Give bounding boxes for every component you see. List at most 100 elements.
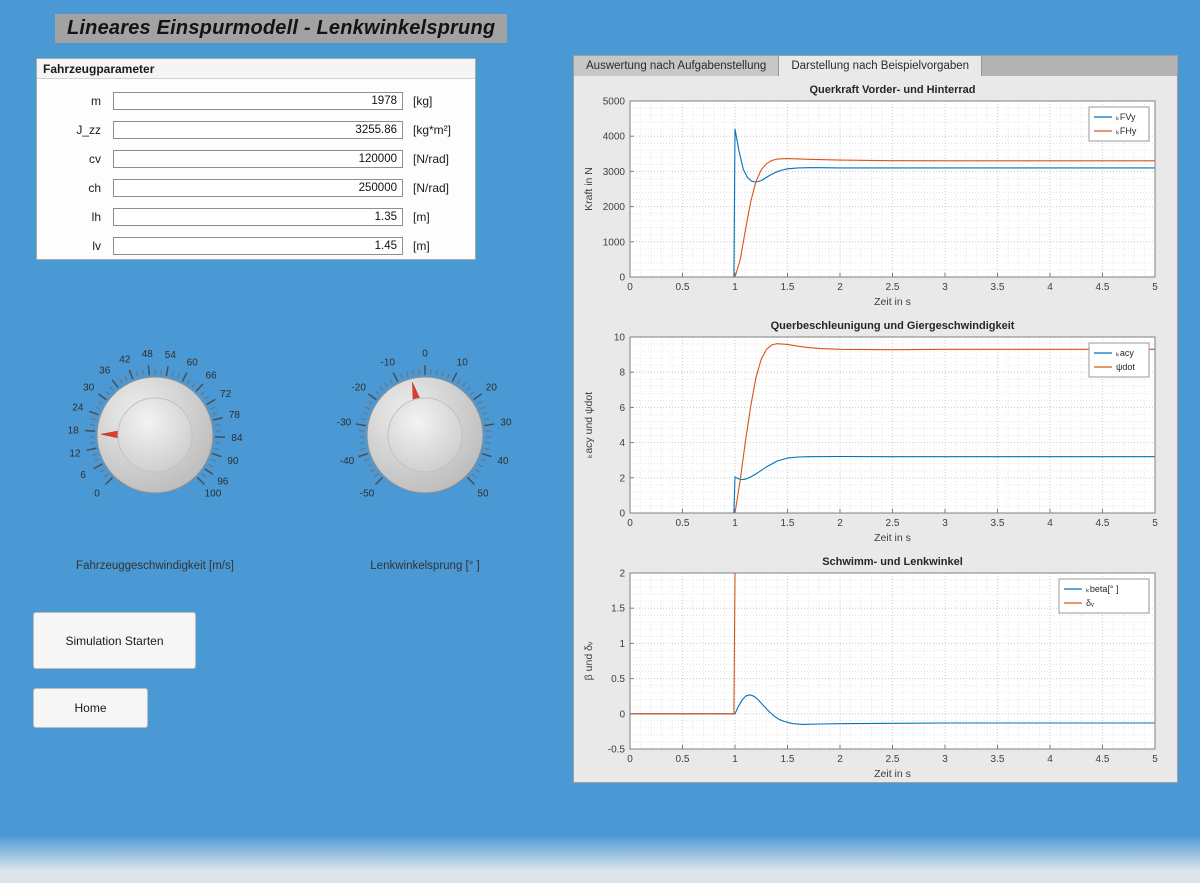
start-simulation-button[interactable]: Simulation Starten: [33, 612, 196, 669]
chart-accel-yawrate: 00.511.522.533.544.550246810Querbeschleu…: [580, 317, 1171, 547]
svg-text:50: 50: [477, 488, 489, 499]
svg-text:30: 30: [500, 418, 512, 429]
param-unit-lv: [m]: [413, 239, 430, 253]
home-button[interactable]: Home: [33, 688, 148, 728]
svg-text:96: 96: [217, 477, 229, 488]
svg-text:5000: 5000: [603, 97, 626, 108]
param-input-lh[interactable]: [113, 208, 403, 226]
param-unit-lh: [m]: [413, 210, 430, 224]
svg-text:10: 10: [614, 333, 626, 344]
svg-text:0: 0: [627, 518, 633, 529]
steering-angle-knob-label: Lenkwinkelsprung [° ]: [295, 560, 555, 572]
svg-text:72: 72: [220, 389, 232, 400]
svg-text:36: 36: [99, 366, 111, 377]
param-label-ch: ch: [37, 181, 101, 195]
svg-text:3: 3: [942, 518, 948, 529]
svg-text:2.5: 2.5: [886, 282, 900, 293]
svg-text:Querkraft Vorder- und Hinterra: Querkraft Vorder- und Hinterrad: [809, 84, 975, 96]
svg-text:Zeit in s: Zeit in s: [874, 296, 911, 308]
svg-text:-50: -50: [360, 488, 375, 499]
svg-text:1.5: 1.5: [781, 518, 795, 529]
svg-text:0: 0: [94, 488, 100, 499]
svg-text:100: 100: [205, 488, 222, 499]
svg-text:Zeit in s: Zeit in s: [874, 768, 911, 780]
svg-text:3.5: 3.5: [991, 282, 1005, 293]
svg-text:-40: -40: [340, 456, 355, 467]
svg-text:ψdot: ψdot: [1116, 362, 1135, 372]
param-row-cv: cv [N/rad]: [37, 144, 475, 173]
svg-text:3.5: 3.5: [991, 754, 1005, 765]
param-unit-m: [kg]: [413, 94, 432, 108]
svg-text:0: 0: [627, 754, 633, 765]
param-row-lv: lv [m]: [37, 231, 475, 260]
tab-auswertung-aufgabenstellung[interactable]: Auswertung nach Aufgabenstellung: [574, 56, 779, 76]
tab-darstellung-beispielvorgaben[interactable]: Darstellung nach Beispielvorgaben: [779, 56, 982, 76]
results-tab-bar: Auswertung nach Aufgabenstellung Darstel…: [574, 56, 1177, 76]
param-input-m[interactable]: [113, 92, 403, 110]
svg-text:2: 2: [837, 754, 843, 765]
svg-text:0.5: 0.5: [611, 674, 625, 685]
charts-container: 00.511.522.533.544.550100020003000400050…: [574, 76, 1177, 783]
svg-text:0.5: 0.5: [676, 754, 690, 765]
svg-text:0: 0: [627, 282, 633, 293]
svg-text:0.5: 0.5: [676, 518, 690, 529]
chart-sideslip-steering: 00.511.522.533.544.55-0.500.511.52Schwim…: [580, 553, 1171, 783]
svg-text:42: 42: [119, 354, 131, 365]
steering-angle-knob[interactable]: -50-40-30-20-1001020304050: [305, 315, 545, 555]
svg-text:1: 1: [732, 282, 738, 293]
svg-text:30: 30: [83, 382, 95, 393]
svg-text:4: 4: [1047, 518, 1053, 529]
svg-text:4.5: 4.5: [1096, 754, 1110, 765]
svg-text:24: 24: [72, 403, 84, 414]
vehicle-parameters-panel-title: Fahrzeugparameter: [37, 59, 475, 79]
svg-text:48: 48: [142, 349, 154, 360]
svg-text:4000: 4000: [603, 132, 626, 143]
page-title: Lineares Einspurmodell - Lenkwinkelsprun…: [55, 14, 507, 43]
svg-text:18: 18: [68, 425, 80, 436]
svg-text:δᵥ: δᵥ: [1086, 598, 1094, 608]
param-input-cv[interactable]: [113, 150, 403, 168]
svg-text:0.5: 0.5: [676, 282, 690, 293]
svg-text:6: 6: [619, 403, 625, 414]
param-label-m: m: [37, 94, 101, 108]
svg-text:Zeit in s: Zeit in s: [874, 532, 911, 544]
svg-text:-20: -20: [351, 382, 366, 393]
svg-text:6: 6: [80, 470, 86, 481]
vehicle-parameters-rows: m [kg] J_zz [kg*m²] cv [N/rad] ch [N/rad…: [37, 79, 475, 260]
svg-text:Schwimm- und Lenkwinkel: Schwimm- und Lenkwinkel: [822, 556, 963, 568]
param-label-lh: lh: [37, 210, 101, 224]
param-unit-ch: [N/rad]: [413, 181, 449, 195]
param-label-jzz: J_zz: [37, 123, 101, 137]
svg-text:12: 12: [69, 448, 81, 459]
svg-text:-0.5: -0.5: [608, 745, 626, 756]
param-label-lv: lv: [37, 239, 101, 253]
results-panel: Auswertung nach Aufgabenstellung Darstel…: [573, 55, 1178, 783]
bottom-fade: [0, 835, 1200, 883]
svg-text:1: 1: [732, 518, 738, 529]
svg-text:4: 4: [1047, 754, 1053, 765]
param-row-lh: lh [m]: [37, 202, 475, 231]
svg-text:54: 54: [165, 350, 177, 361]
svg-text:0: 0: [422, 349, 428, 360]
svg-text:-30: -30: [337, 418, 352, 429]
svg-text:Querbeschleunigung und Gierges: Querbeschleunigung und Giergeschwindigke…: [771, 320, 1015, 332]
svg-text:90: 90: [227, 456, 239, 467]
vehicle-parameters-panel: Fahrzeugparameter m [kg] J_zz [kg*m²] cv…: [36, 58, 476, 260]
param-input-lv[interactable]: [113, 237, 403, 255]
svg-text:2.5: 2.5: [886, 518, 900, 529]
svg-text:3: 3: [942, 754, 948, 765]
svg-text:5: 5: [1152, 282, 1158, 293]
svg-text:Kraft in N: Kraft in N: [583, 167, 595, 211]
param-input-jzz[interactable]: [113, 121, 403, 139]
param-row-ch: ch [N/rad]: [37, 173, 475, 202]
velocity-knob[interactable]: 06121824303642485460667278849096100: [35, 315, 275, 555]
param-input-ch[interactable]: [113, 179, 403, 197]
svg-text:4: 4: [619, 438, 625, 449]
svg-text:4.5: 4.5: [1096, 282, 1110, 293]
svg-text:20: 20: [486, 382, 498, 393]
svg-text:3: 3: [942, 282, 948, 293]
svg-text:1.5: 1.5: [781, 282, 795, 293]
svg-text:0: 0: [619, 709, 625, 720]
svg-text:3000: 3000: [603, 167, 626, 178]
svg-text:ₖFHy: ₖFHy: [1116, 126, 1137, 136]
